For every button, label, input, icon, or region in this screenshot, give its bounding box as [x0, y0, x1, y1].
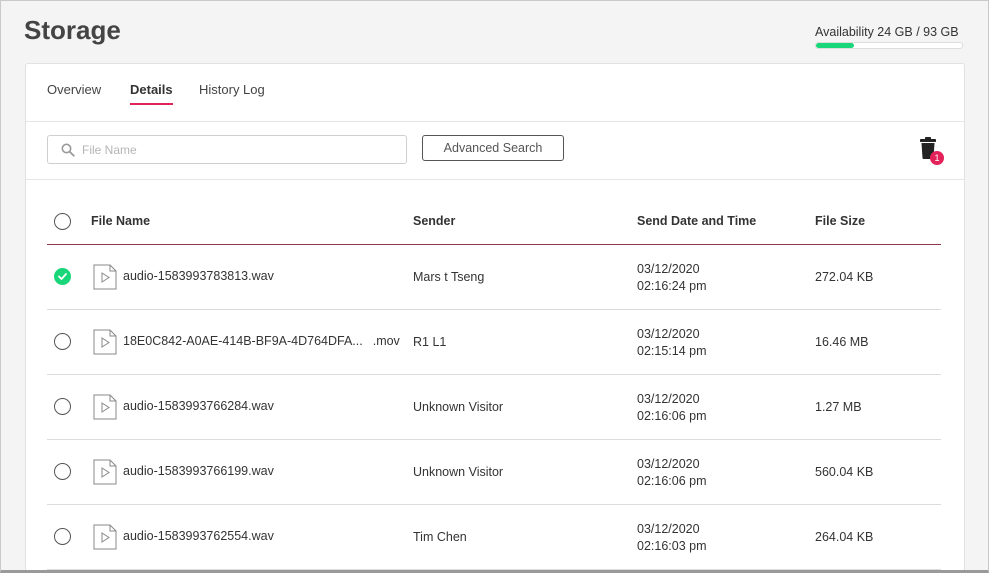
file-icon: [93, 524, 117, 550]
search-box: [47, 135, 407, 164]
tab-details[interactable]: Details: [130, 82, 173, 105]
file-name-text: audio-1583993766199.wav: [123, 464, 274, 478]
file-size: 16.46 MB: [815, 335, 869, 349]
files-table: File Name Sender Send Date and Time File…: [47, 180, 941, 570]
tab-history-log[interactable]: History Log: [199, 82, 265, 103]
toolbar: Advanced Search 1: [26, 121, 964, 180]
file-icon: [93, 459, 117, 485]
send-date: 03/12/2020: [637, 457, 700, 471]
row-select-radio[interactable]: [54, 398, 71, 415]
sender: R1 L1: [413, 335, 447, 349]
table-row[interactable]: audio-1583993766284.wav Unknown Visitor 03…: [47, 375, 941, 440]
send-time: 02:15:14 pm: [637, 344, 707, 358]
send-time: 02:16:24 pm: [637, 279, 707, 293]
search-icon: [61, 143, 75, 157]
file-name-text: audio-1583993762554.wav: [123, 529, 274, 543]
table-row[interactable]: 18E0C842-A0AE-414B-BF9A-4D764DFA... .mov R…: [47, 310, 941, 375]
header-file-size[interactable]: File Size: [815, 214, 865, 228]
page-title: Storage: [24, 15, 121, 45]
sender: Mars t Tseng: [413, 270, 485, 284]
availability-bar-fill: [816, 43, 854, 48]
sender: Unknown Visitor: [413, 465, 504, 479]
advanced-search-button[interactable]: Advanced Search: [422, 135, 564, 161]
file-size: 560.04 KB: [815, 465, 874, 479]
table-row[interactable]: audio-1583993762554.wav Tim Chen 03/12/202…: [47, 505, 941, 570]
header-file-name[interactable]: File Name: [91, 214, 150, 228]
file-name[interactable]: audio-1583993783813.wav: [123, 269, 284, 283]
file-name[interactable]: audio-1583993766284.wav: [123, 399, 284, 413]
file-size: 272.04 KB: [815, 270, 874, 284]
file-extension: .mov: [372, 334, 400, 348]
delete-button[interactable]: 1: [919, 137, 945, 167]
search-input[interactable]: [80, 141, 384, 158]
row-select-radio[interactable]: [54, 268, 71, 285]
table-header: File Name Sender Send Date and Time File…: [47, 180, 941, 245]
send-time: 02:16:06 pm: [637, 474, 707, 488]
availability-bar: [815, 42, 963, 49]
tab-overview[interactable]: Overview: [47, 82, 101, 103]
send-date: 03/12/2020: [637, 522, 700, 536]
send-date-time: 03/12/2020 02:16:03 pm: [637, 521, 707, 555]
sender: Tim Chen: [413, 530, 467, 544]
file-name[interactable]: 18E0C842-A0AE-414B-BF9A-4D764DFA... .mov: [123, 334, 400, 348]
file-name-text: audio-1583993766284.wav: [123, 399, 274, 413]
send-time: 02:16:06 pm: [637, 409, 707, 423]
availability-label: Availability 24 GB / 93 GB: [815, 25, 959, 39]
send-date-time: 03/12/2020 02:16:06 pm: [637, 391, 707, 425]
send-date: 03/12/2020: [637, 327, 700, 341]
send-time: 02:16:03 pm: [637, 539, 707, 553]
send-date: 03/12/2020: [637, 392, 700, 406]
row-select-radio[interactable]: [54, 463, 71, 480]
file-icon: [93, 394, 117, 420]
storage-card: Overview Details History Log Advanced Se…: [25, 63, 965, 570]
file-size: 264.04 KB: [815, 530, 874, 544]
row-select-radio[interactable]: [54, 528, 71, 545]
table-row[interactable]: audio-1583993766199.wav Unknown Visitor 03…: [47, 440, 941, 505]
trash-badge: 1: [930, 151, 944, 165]
file-icon: [93, 329, 117, 355]
sender: Unknown Visitor: [413, 400, 504, 414]
header-send-date[interactable]: Send Date and Time: [637, 214, 756, 228]
send-date-time: 03/12/2020 02:15:14 pm: [637, 326, 707, 360]
table-row[interactable]: audio-1583993783813.wav Mars t Tseng 03/12…: [47, 245, 941, 310]
app-frame: Storage Availability 24 GB / 93 GB Overv…: [0, 0, 989, 573]
availability-indicator: Availability 24 GB / 93 GB: [815, 25, 963, 49]
file-name[interactable]: audio-1583993762554.wav: [123, 529, 284, 543]
tab-bar: Overview Details History Log: [26, 64, 964, 122]
file-size: 1.27 MB: [815, 400, 862, 414]
file-icon: [93, 264, 117, 290]
send-date-time: 03/12/2020 02:16:24 pm: [637, 261, 707, 295]
send-date: 03/12/2020: [637, 262, 700, 276]
select-all-radio[interactable]: [54, 213, 71, 230]
file-name-text: 18E0C842-A0AE-414B-BF9A-4D764DFA...: [123, 334, 363, 348]
header-sender[interactable]: Sender: [413, 214, 455, 228]
file-name-text: audio-1583993783813.wav: [123, 269, 274, 283]
send-date-time: 03/12/2020 02:16:06 pm: [637, 456, 707, 490]
file-name[interactable]: audio-1583993766199.wav: [123, 464, 284, 478]
row-select-radio[interactable]: [54, 333, 71, 350]
